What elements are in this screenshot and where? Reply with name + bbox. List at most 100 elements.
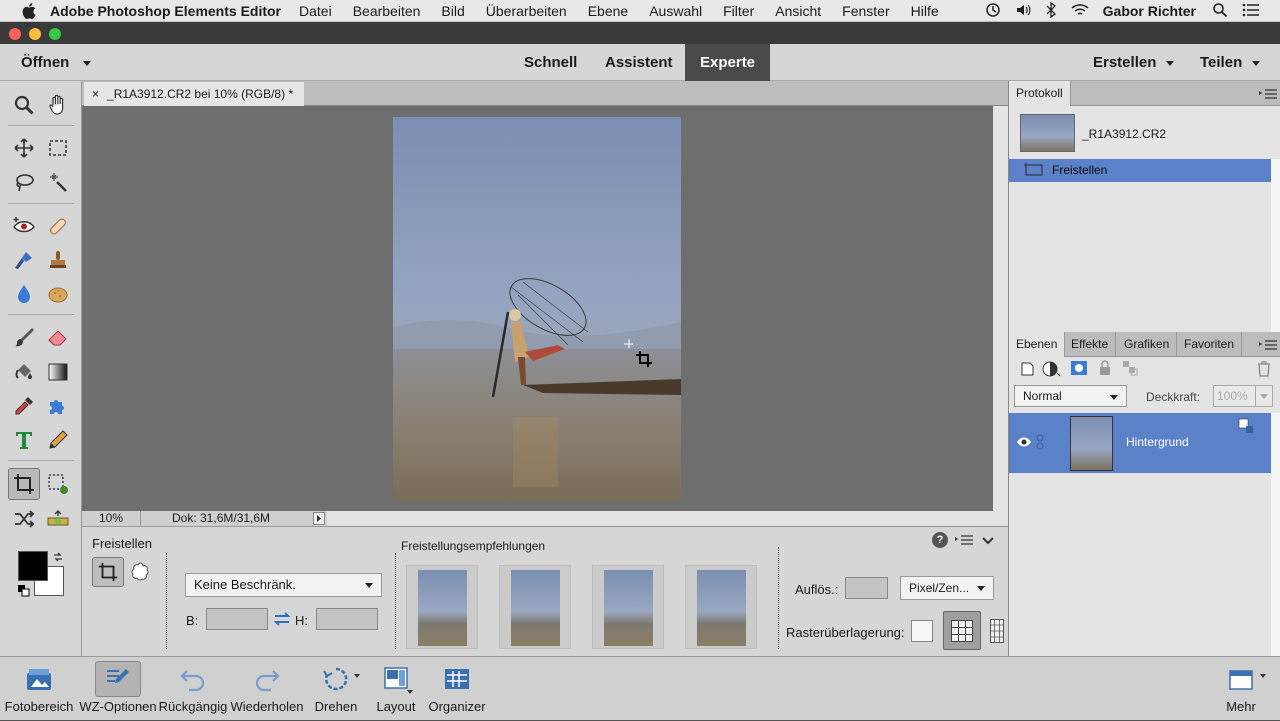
menu-ansicht[interactable]: Ansicht <box>775 3 821 19</box>
grid-overlay-grid-button[interactable] <box>990 619 1004 643</box>
tab-ebenen[interactable]: Ebenen <box>1009 332 1066 357</box>
mode-assistent[interactable]: Assistent <box>605 44 673 81</box>
new-layer-icon[interactable] <box>1019 361 1035 377</box>
close-window-button[interactable] <box>9 28 21 40</box>
bluetooth-icon[interactable] <box>1045 1 1057 21</box>
layers-scrollbar[interactable] <box>1271 413 1280 656</box>
time-machine-icon[interactable] <box>985 2 1001 21</box>
document-tab[interactable]: × _R1A3912.CR2 bei 10% (RGB/8) * <box>84 82 304 106</box>
notification-center-icon[interactable] <box>1242 3 1260 20</box>
organizer-button[interactable]: Organizer <box>426 657 488 721</box>
smart-brush-tool[interactable] <box>10 246 38 274</box>
menu-fenster[interactable]: Fenster <box>842 3 889 19</box>
grid-overlay-thirds-button[interactable] <box>943 611 981 650</box>
layer-row-background[interactable]: Hintergrund <box>1009 413 1271 473</box>
link-icon[interactable] <box>1035 434 1045 450</box>
menu-ebene[interactable]: Ebene <box>588 3 628 19</box>
lasso-tool[interactable] <box>10 169 38 197</box>
recompose-tool[interactable] <box>44 470 72 498</box>
layer-name[interactable]: Hintergrund <box>1126 435 1189 449</box>
move-tool[interactable] <box>10 134 38 162</box>
adjustment-layer-icon[interactable] <box>1042 360 1062 378</box>
quick-selection-tool[interactable] <box>44 169 72 197</box>
menu-datei[interactable]: Datei <box>299 3 332 19</box>
opacity-input[interactable]: 100% <box>1213 385 1273 407</box>
gradient-tool[interactable] <box>44 358 72 386</box>
status-menu-arrow-icon[interactable] <box>313 512 325 525</box>
resolution-input[interactable] <box>845 577 888 599</box>
mode-experte[interactable]: Experte <box>685 44 771 81</box>
tab-grafiken[interactable]: Grafiken <box>1117 332 1178 357</box>
lock-all-icon[interactable] <box>1098 360 1112 376</box>
eraser-tool[interactable] <box>44 323 72 351</box>
panel-menu-icon[interactable] <box>1259 339 1277 351</box>
history-item-crop[interactable]: Freistellen <box>1009 159 1271 182</box>
zoom-window-button[interactable] <box>49 28 61 40</box>
menu-ueberarbeiten[interactable]: Überarbeiten <box>486 3 567 19</box>
type-tool[interactable] <box>10 426 38 454</box>
redo-button[interactable]: Wiederholen <box>228 657 306 721</box>
undo-button[interactable]: Rückgängig <box>158 657 228 721</box>
history-item-open[interactable]: _R1A3912.CR2 <box>1009 109 1280 157</box>
content-aware-move-tool[interactable] <box>10 505 38 533</box>
rectangular-marquee-tool[interactable] <box>44 134 72 162</box>
close-tab-icon[interactable]: × <box>92 87 99 101</box>
menu-auswahl[interactable]: Auswahl <box>649 3 702 19</box>
straighten-tool[interactable] <box>44 505 72 533</box>
more-button[interactable]: Mehr <box>1216 657 1266 721</box>
crop-tool[interactable] <box>8 468 40 500</box>
menu-bild[interactable]: Bild <box>441 3 464 19</box>
red-eye-tool[interactable] <box>10 212 38 240</box>
panel-menu-icon[interactable] <box>955 534 973 546</box>
panel-menu-icon[interactable] <box>1259 88 1277 100</box>
tab-effekte[interactable]: Effekte <box>1064 332 1117 357</box>
mode-schnell[interactable]: Schnell <box>524 44 577 81</box>
layer-mask-icon[interactable] <box>1070 360 1088 376</box>
user-name[interactable]: Gabor Richter <box>1103 3 1196 19</box>
blend-mode-dropdown[interactable]: Normal <box>1014 385 1127 407</box>
pencil-tool[interactable] <box>44 426 72 454</box>
foreground-color-swatch[interactable] <box>18 551 48 581</box>
crop-mode-button[interactable] <box>92 557 124 587</box>
horizontal-scrollbar[interactable] <box>327 511 1008 526</box>
trash-icon[interactable] <box>1256 360 1272 377</box>
collapse-chevron-icon[interactable] <box>981 534 995 546</box>
menu-bearbeiten[interactable]: Bearbeiten <box>353 3 421 19</box>
swap-colors-icon[interactable] <box>52 551 64 563</box>
share-button[interactable]: Teilen <box>1200 44 1261 81</box>
grid-overlay-none-button[interactable] <box>911 620 933 642</box>
image-canvas[interactable] <box>82 106 993 511</box>
healing-brush-tool[interactable] <box>44 212 72 240</box>
crop-suggestion-2[interactable] <box>499 565 571 649</box>
spotlight-search-icon[interactable] <box>1212 2 1228 21</box>
crop-suggestion-1[interactable] <box>406 565 478 649</box>
paint-bucket-tool[interactable] <box>10 358 38 386</box>
app-menu[interactable]: Adobe Photoshop Elements Editor <box>50 3 281 19</box>
blur-tool[interactable] <box>10 280 38 308</box>
menu-filter[interactable]: Filter <box>723 3 754 19</box>
crop-constraint-dropdown[interactable]: Keine Beschränk. <box>185 573 382 597</box>
tab-protokoll[interactable]: Protokoll <box>1009 81 1071 106</box>
zoom-tool[interactable] <box>10 91 38 119</box>
crop-suggestion-3[interactable] <box>592 565 664 649</box>
vertical-scrollbar[interactable] <box>993 106 1008 511</box>
zoom-level[interactable]: 10% <box>99 511 123 526</box>
menu-hilfe[interactable]: Hilfe <box>911 3 939 19</box>
photo-bin-button[interactable]: Fotobereich <box>4 657 74 721</box>
wifi-icon[interactable] <box>1071 3 1089 20</box>
cookie-cutter-button[interactable] <box>128 560 152 584</box>
custom-shape-tool[interactable] <box>44 392 72 420</box>
create-button[interactable]: Erstellen <box>1093 44 1175 81</box>
hand-tool[interactable] <box>44 91 72 119</box>
swap-dimensions-icon[interactable] <box>273 611 291 627</box>
photo-fisherman[interactable] <box>393 117 681 501</box>
apple-icon[interactable] <box>22 2 36 19</box>
eyedropper-tool[interactable] <box>10 392 38 420</box>
tab-favoriten[interactable]: Favoriten <box>1177 332 1243 357</box>
resolution-unit-dropdown[interactable]: Pixel/Zen... <box>900 576 994 600</box>
sponge-tool[interactable] <box>44 280 72 308</box>
crop-suggestion-4[interactable] <box>685 565 757 649</box>
eye-visibility-icon[interactable] <box>1016 436 1032 448</box>
history-scrollbar[interactable] <box>1271 159 1280 332</box>
open-button[interactable]: Öffnen <box>21 44 92 81</box>
